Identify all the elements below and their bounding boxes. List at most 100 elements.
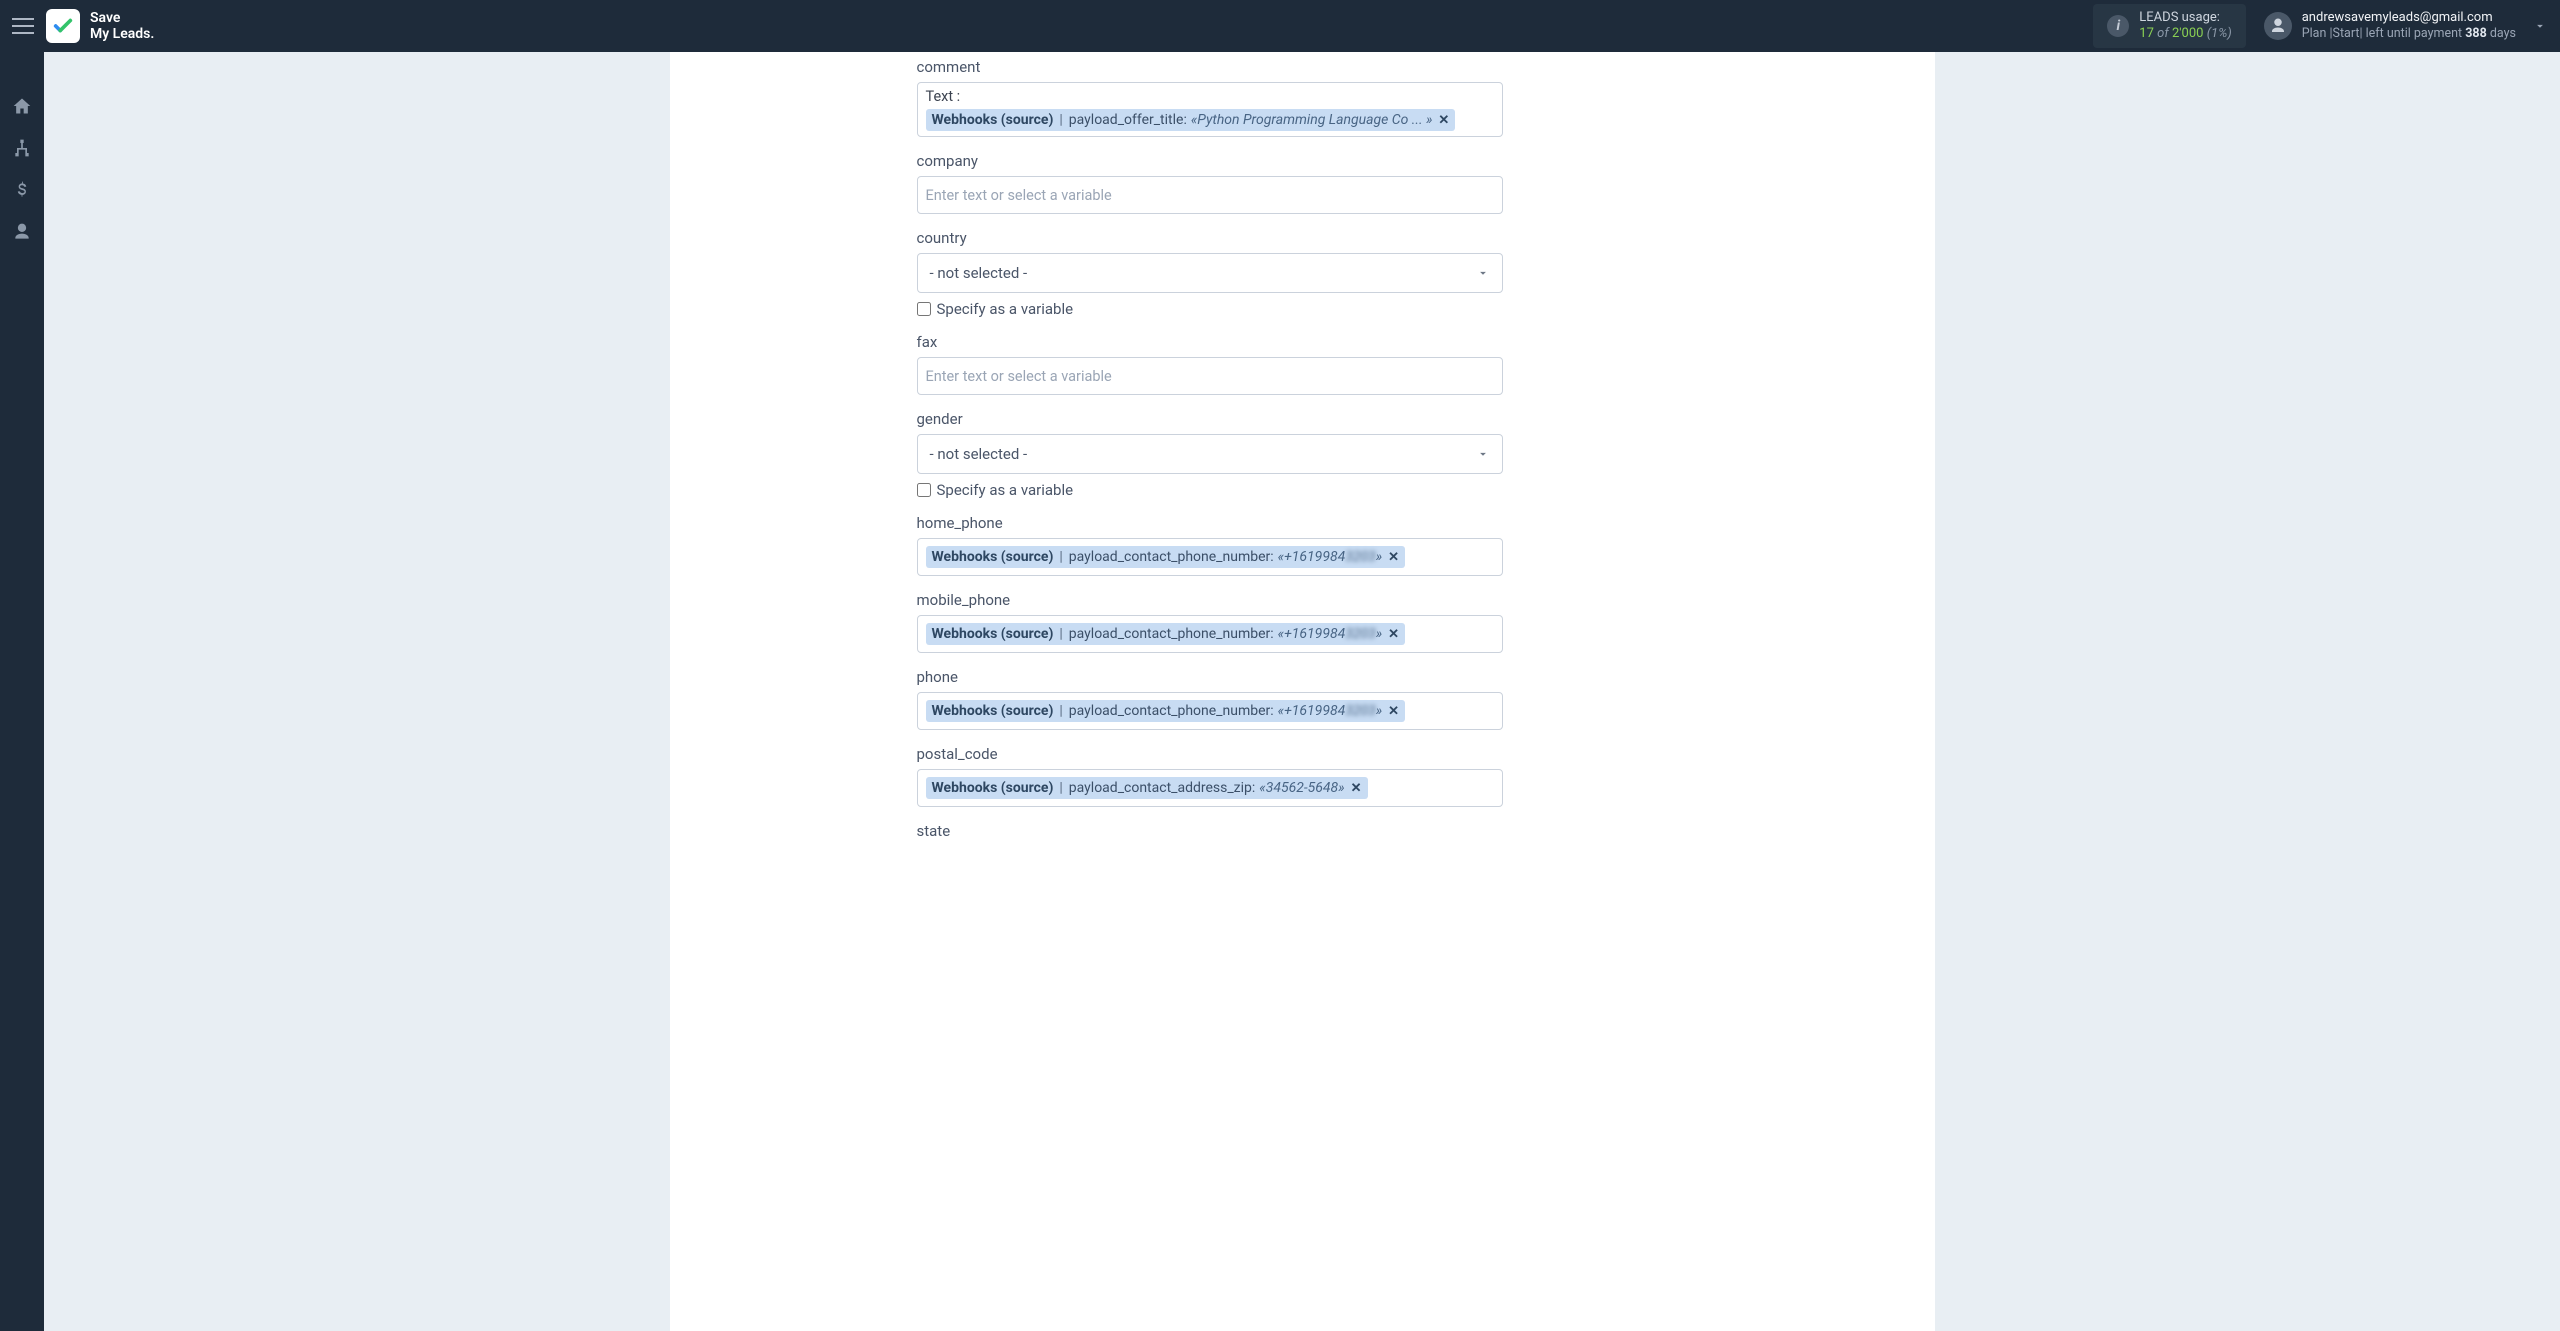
- leads-pct: (1%): [2207, 26, 2232, 41]
- field-comment: comment Text : Webhooks (source) | paylo…: [917, 58, 1503, 137]
- field-fax: fax Enter text or select a variable: [917, 333, 1503, 395]
- pill-var: payload_offer_title:: [1069, 112, 1187, 128]
- brand-line1: Save: [90, 10, 154, 26]
- pill-var: payload_contact_phone_number:: [1069, 626, 1274, 642]
- pill-sep: |: [1057, 703, 1064, 719]
- logo-icon[interactable]: [46, 9, 80, 43]
- pill-comment: Webhooks (source) | payload_offer_title:…: [926, 109, 1456, 131]
- label-company: company: [917, 152, 1503, 170]
- input-company[interactable]: Enter text or select a variable: [917, 176, 1503, 214]
- field-phone: phone Webhooks (source) | payload_contac…: [917, 668, 1503, 730]
- placeholder-fax: Enter text or select a variable: [926, 368, 1112, 385]
- input-mobile-phone[interactable]: Webhooks (source) | payload_contact_phon…: [917, 615, 1503, 653]
- pill-var: payload_contact_phone_number:: [1069, 549, 1274, 565]
- avatar-icon: [2264, 12, 2292, 40]
- plan-label: Plan: [2302, 26, 2327, 41]
- checkbox-country-specify[interactable]: [917, 302, 931, 316]
- field-gender: gender - not selected - Specify as a var…: [917, 410, 1503, 499]
- checkbox-label-gender: Specify as a variable: [937, 481, 1074, 499]
- chevron-down-icon: [1476, 447, 1490, 461]
- account-plan-line: Plan |Start| left until payment 388 days: [2302, 26, 2516, 42]
- chevron-down-icon[interactable]: [2532, 18, 2548, 34]
- select-country[interactable]: - not selected -: [917, 253, 1503, 293]
- pill-home-phone: Webhooks (source) | payload_contact_phon…: [926, 546, 1406, 568]
- leads-usage-values: 17 of 2'000 (1%): [2139, 26, 2231, 42]
- account-email: andrewsavemyleads@gmail.com: [2302, 10, 2516, 26]
- brand-name: Save My Leads.: [90, 10, 154, 42]
- leads-of: of: [2157, 26, 2169, 41]
- pill-value: «Python Programming Language Co ... »: [1191, 112, 1433, 128]
- pill-source: Webhooks (source): [932, 626, 1054, 642]
- field-mobile-phone: mobile_phone Webhooks (source) | payload…: [917, 591, 1503, 653]
- hamburger-menu-icon[interactable]: [12, 13, 34, 39]
- field-home-phone: home_phone Webhooks (source) | payload_c…: [917, 514, 1503, 576]
- account-text: andrewsavemyleads@gmail.com Plan |Start|…: [2302, 10, 2516, 42]
- days-count: 388: [2465, 26, 2487, 41]
- pill-value: «+16199843203»: [1278, 626, 1383, 642]
- pill-value: «+16199843203»: [1278, 703, 1383, 719]
- leads-total: 2'000: [2172, 26, 2204, 41]
- label-postal-code: postal_code: [917, 745, 1503, 763]
- dollar-icon[interactable]: [10, 178, 34, 202]
- pill-source: Webhooks (source): [932, 703, 1054, 719]
- pill-value: «34562-5648»: [1259, 780, 1344, 796]
- pill-mobile-phone: Webhooks (source) | payload_contact_phon…: [926, 623, 1406, 645]
- input-phone[interactable]: Webhooks (source) | payload_contact_phon…: [917, 692, 1503, 730]
- form-card: comment Text : Webhooks (source) | paylo…: [670, 52, 1935, 1331]
- leads-usage-box: i LEADS usage: 17 of 2'000 (1%): [2093, 4, 2245, 49]
- left-prefix: left until payment: [2366, 26, 2463, 41]
- label-fax: fax: [917, 333, 1503, 351]
- pill-remove-icon[interactable]: ✕: [1438, 113, 1449, 128]
- field-company: company Enter text or select a variable: [917, 152, 1503, 214]
- chevron-down-icon: [1476, 266, 1490, 280]
- days-unit: days: [2490, 26, 2516, 41]
- leads-usage-text: LEADS usage: 17 of 2'000 (1%): [2139, 10, 2231, 43]
- label-comment: comment: [917, 58, 1503, 76]
- pill-remove-icon[interactable]: ✕: [1351, 781, 1362, 796]
- label-phone: phone: [917, 668, 1503, 686]
- pill-source: Webhooks (source): [932, 549, 1054, 565]
- pill-var: payload_contact_phone_number:: [1069, 703, 1274, 719]
- comment-prefix: Text :: [926, 88, 961, 105]
- field-postal-code: postal_code Webhooks (source) | payload_…: [917, 745, 1503, 807]
- pill-source: Webhooks (source): [932, 112, 1054, 128]
- placeholder-company: Enter text or select a variable: [926, 187, 1112, 204]
- checkbox-gender-specify[interactable]: [917, 483, 931, 497]
- select-gender-value: - not selected -: [930, 445, 1028, 463]
- sitemap-icon[interactable]: [10, 136, 34, 160]
- pill-remove-icon[interactable]: ✕: [1388, 627, 1399, 642]
- pill-remove-icon[interactable]: ✕: [1388, 550, 1399, 565]
- field-state: state: [917, 822, 1503, 840]
- field-country: country - not selected - Specify as a va…: [917, 229, 1503, 318]
- account-block[interactable]: andrewsavemyleads@gmail.com Plan |Start|…: [2264, 10, 2516, 42]
- brand-line2: My Leads.: [90, 26, 154, 42]
- label-gender: gender: [917, 410, 1503, 428]
- home-icon[interactable]: [10, 94, 34, 118]
- label-state: state: [917, 822, 1503, 840]
- input-comment[interactable]: Text : Webhooks (source) | payload_offer…: [917, 82, 1503, 137]
- label-country: country: [917, 229, 1503, 247]
- pill-source: Webhooks (source): [932, 780, 1054, 796]
- pill-postal-code: Webhooks (source) | payload_contact_addr…: [926, 777, 1368, 799]
- info-icon: i: [2107, 15, 2129, 37]
- pill-phone: Webhooks (source) | payload_contact_phon…: [926, 700, 1406, 722]
- select-country-value: - not selected -: [930, 264, 1028, 282]
- pill-remove-icon[interactable]: ✕: [1388, 704, 1399, 719]
- checkbox-row-gender[interactable]: Specify as a variable: [917, 481, 1503, 499]
- label-home-phone: home_phone: [917, 514, 1503, 532]
- pill-sep: |: [1057, 112, 1064, 128]
- select-gender[interactable]: - not selected -: [917, 434, 1503, 474]
- pill-var: payload_contact_address_zip:: [1069, 780, 1256, 796]
- input-home-phone[interactable]: Webhooks (source) | payload_contact_phon…: [917, 538, 1503, 576]
- input-fax[interactable]: Enter text or select a variable: [917, 357, 1503, 395]
- pill-sep: |: [1057, 549, 1064, 565]
- pill-value: «+16199843203»: [1278, 549, 1383, 565]
- leads-usage-label: LEADS usage:: [2139, 10, 2231, 26]
- leads-used: 17: [2139, 26, 2154, 41]
- checkbox-row-country[interactable]: Specify as a variable: [917, 300, 1503, 318]
- user-icon[interactable]: [10, 220, 34, 244]
- label-mobile-phone: mobile_phone: [917, 591, 1503, 609]
- plan-name: |Start|: [2329, 26, 2362, 41]
- pill-sep: |: [1057, 780, 1064, 796]
- input-postal-code[interactable]: Webhooks (source) | payload_contact_addr…: [917, 769, 1503, 807]
